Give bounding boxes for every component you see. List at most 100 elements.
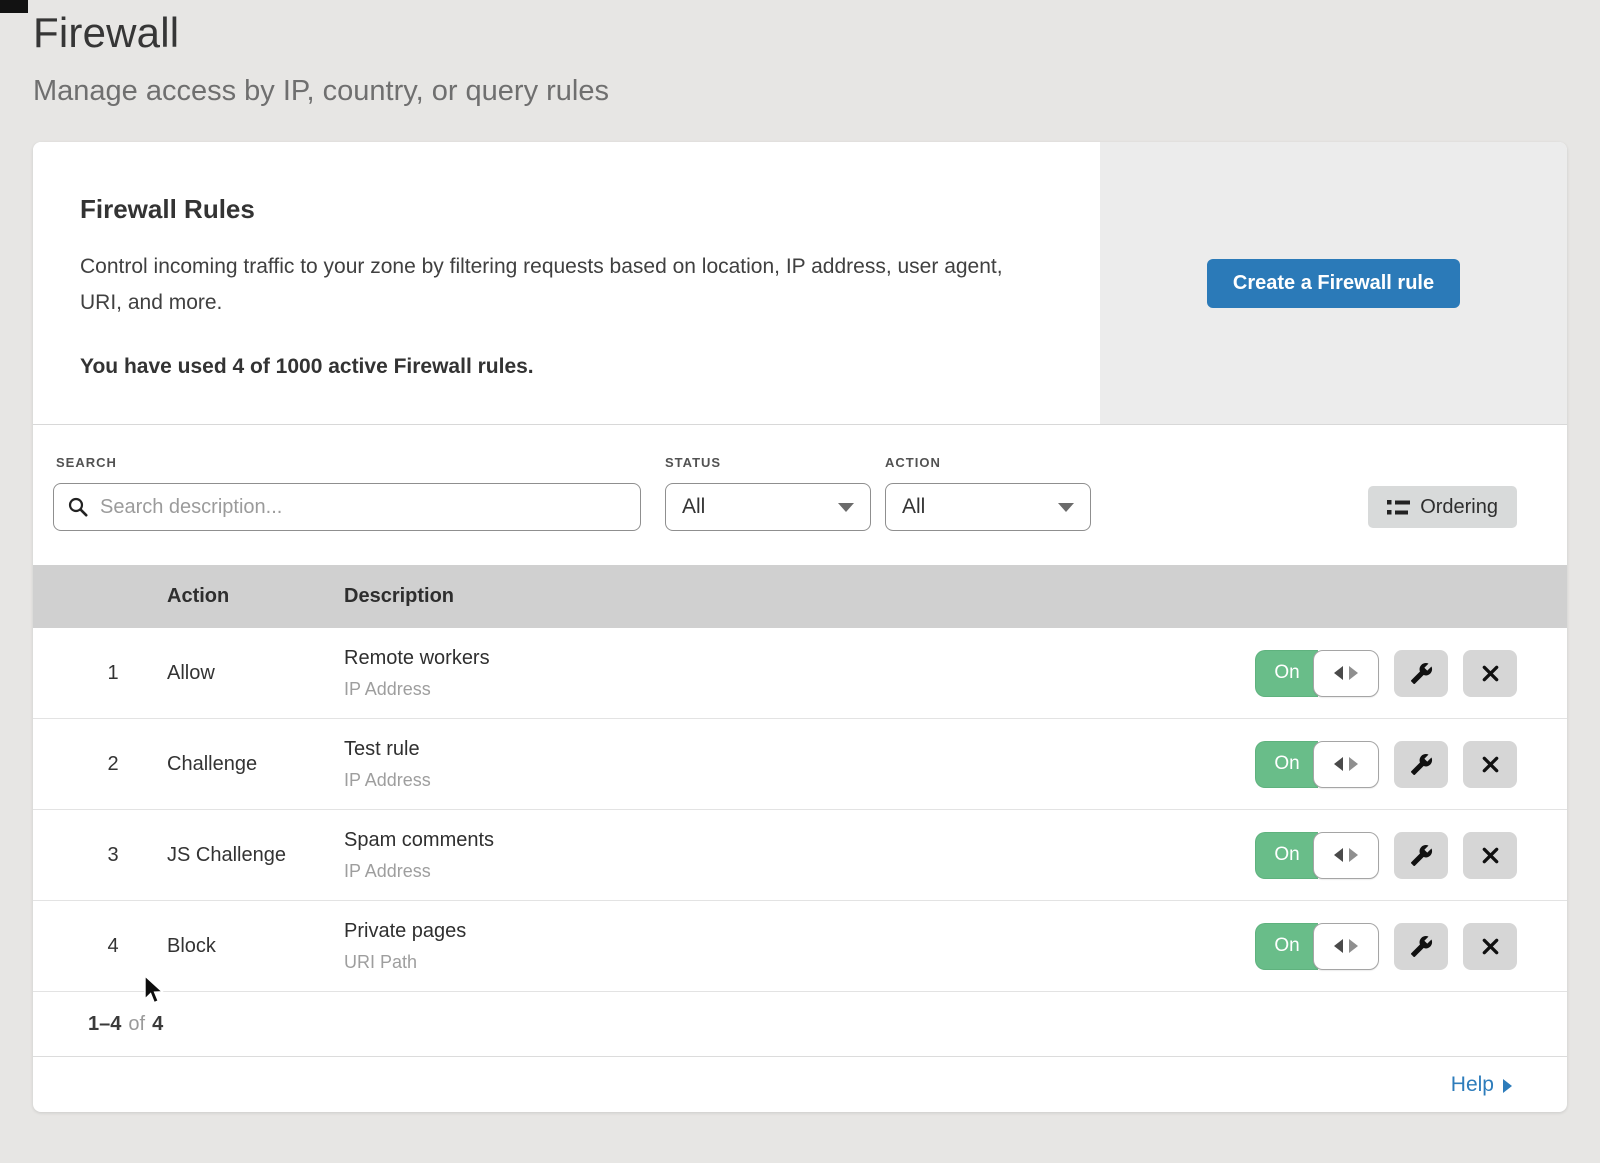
toggle-state-label: On — [1255, 832, 1318, 879]
help-link[interactable]: Help — [1451, 1073, 1512, 1097]
rule-row: 1 Allow Remote workers IP Address On — [33, 628, 1567, 719]
ordered-list-icon — [1387, 498, 1410, 517]
pagination-range: 1–4 — [88, 1013, 121, 1036]
toggle-handle[interactable] — [1313, 741, 1379, 788]
ordering-button[interactable]: Ordering — [1368, 486, 1517, 528]
rule-description-title: Remote workers — [344, 647, 1227, 670]
toggle-arrows-icon — [1349, 757, 1358, 771]
toggle-arrows-icon — [1349, 848, 1358, 862]
toggle-arrows-icon — [1334, 848, 1343, 862]
table-header: Action Description — [33, 565, 1567, 628]
toggle-handle[interactable] — [1313, 832, 1379, 879]
section-title: Firewall Rules — [80, 194, 1052, 225]
rule-match-type: IP Address — [344, 770, 1227, 791]
rule-priority: 4 — [33, 935, 167, 958]
rule-action: Allow — [167, 662, 344, 685]
screen-capture-artifact — [0, 0, 28, 13]
close-icon — [1480, 845, 1501, 866]
page-header: Firewall Manage access by IP, country, o… — [0, 0, 1600, 108]
rule-controls: On — [1227, 650, 1567, 697]
rule-description: Spam comments IP Address — [344, 829, 1227, 882]
search-input[interactable] — [53, 483, 641, 531]
action-label: ACTION — [885, 455, 1091, 470]
page-subtitle: Manage access by IP, country, or query r… — [33, 74, 1567, 108]
rule-controls: On — [1227, 923, 1567, 970]
firewall-rules-header-section: Firewall Rules Control incoming traffic … — [33, 142, 1567, 425]
edit-rule-button[interactable] — [1394, 832, 1448, 879]
delete-rule-button[interactable] — [1463, 741, 1517, 788]
search-box — [53, 483, 641, 531]
pagination: 1–4 of 4 — [33, 992, 1567, 1056]
status-label: STATUS — [665, 455, 871, 470]
rules-table-body: 1 Allow Remote workers IP Address On — [33, 628, 1567, 992]
caret-down-icon — [1058, 503, 1074, 512]
toggle-arrows-icon — [1334, 666, 1343, 680]
firewall-rules-intro: Firewall Rules Control incoming traffic … — [33, 142, 1100, 424]
search-label: SEARCH — [56, 455, 641, 470]
toggle-arrows-icon — [1349, 939, 1358, 953]
rule-priority: 3 — [33, 844, 167, 867]
ordering-button-label: Ordering — [1420, 496, 1498, 519]
help-arrow-icon — [1503, 1079, 1512, 1093]
help-link-label: Help — [1451, 1073, 1494, 1097]
pagination-total: 4 — [152, 1013, 163, 1036]
edit-rule-button[interactable] — [1394, 741, 1448, 788]
close-icon — [1480, 936, 1501, 957]
rule-description: Test rule IP Address — [344, 738, 1227, 791]
rule-priority: 1 — [33, 662, 167, 685]
rule-action: JS Challenge — [167, 844, 344, 867]
section-description: Control incoming traffic to your zone by… — [80, 249, 1030, 321]
rule-enabled-toggle[interactable]: On — [1255, 923, 1379, 970]
page-title: Firewall — [33, 8, 1567, 58]
rule-action: Block — [167, 935, 344, 958]
close-icon — [1480, 663, 1501, 684]
toggle-state-label: On — [1255, 741, 1318, 788]
column-header-description: Description — [344, 585, 1227, 608]
delete-rule-button[interactable] — [1463, 923, 1517, 970]
edit-rule-button[interactable] — [1394, 923, 1448, 970]
rule-priority: 2 — [33, 753, 167, 776]
status-selected-value: All — [682, 495, 705, 519]
rule-action: Challenge — [167, 753, 344, 776]
toggle-handle[interactable] — [1313, 650, 1379, 697]
wrench-icon — [1410, 844, 1433, 867]
rule-match-type: IP Address — [344, 861, 1227, 882]
rule-enabled-toggle[interactable]: On — [1255, 650, 1379, 697]
search-icon — [67, 496, 89, 523]
usage-note: You have used 4 of 1000 active Firewall … — [80, 355, 1052, 379]
pagination-of: of — [128, 1013, 145, 1036]
wrench-icon — [1410, 662, 1433, 685]
edit-rule-button[interactable] — [1394, 650, 1448, 697]
toggle-state-label: On — [1255, 923, 1318, 970]
rule-controls: On — [1227, 832, 1567, 879]
firewall-rules-card: Firewall Rules Control incoming traffic … — [33, 142, 1567, 1112]
rule-description-title: Private pages — [344, 920, 1227, 943]
rule-controls: On — [1227, 741, 1567, 788]
rule-enabled-toggle[interactable]: On — [1255, 832, 1379, 879]
close-icon — [1480, 754, 1501, 775]
rule-match-type: IP Address — [344, 679, 1227, 700]
toggle-arrows-icon — [1334, 757, 1343, 771]
rule-description-title: Spam comments — [344, 829, 1227, 852]
rule-enabled-toggle[interactable]: On — [1255, 741, 1379, 788]
toggle-state-label: On — [1255, 650, 1318, 697]
delete-rule-button[interactable] — [1463, 650, 1517, 697]
status-select[interactable]: All — [665, 483, 871, 531]
action-selected-value: All — [902, 495, 925, 519]
rule-match-type: URI Path — [344, 952, 1227, 973]
rule-description-title: Test rule — [344, 738, 1227, 761]
rule-row: 4 Block Private pages URI Path On — [33, 901, 1567, 992]
rule-row: 2 Challenge Test rule IP Address On — [33, 719, 1567, 810]
toggle-handle[interactable] — [1313, 923, 1379, 970]
column-header-action: Action — [167, 585, 344, 608]
rule-description: Private pages URI Path — [344, 920, 1227, 973]
delete-rule-button[interactable] — [1463, 832, 1517, 879]
toggle-arrows-icon — [1349, 666, 1358, 680]
filter-bar: SEARCH STATUS All ACTION All — [33, 425, 1567, 565]
toggle-arrows-icon — [1334, 939, 1343, 953]
action-select[interactable]: All — [885, 483, 1091, 531]
create-rule-panel: Create a Firewall rule — [1100, 142, 1567, 424]
caret-down-icon — [838, 503, 854, 512]
create-firewall-rule-button[interactable]: Create a Firewall rule — [1207, 259, 1460, 308]
rule-row: 3 JS Challenge Spam comments IP Address … — [33, 810, 1567, 901]
